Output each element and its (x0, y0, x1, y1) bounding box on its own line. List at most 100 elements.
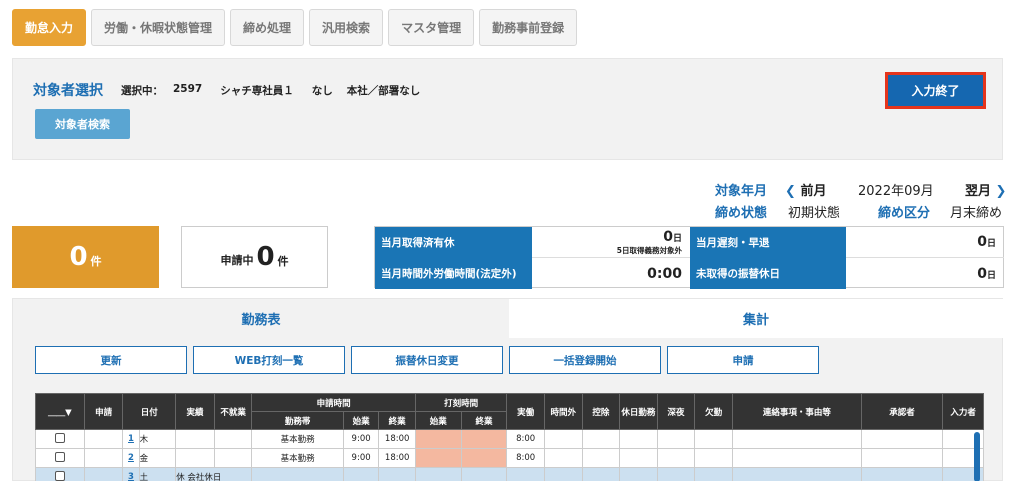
closing-state-value: 初期状態 (788, 206, 841, 221)
notes-cell (731, 467, 862, 481)
row-checkbox-cell[interactable] (35, 448, 85, 468)
pending-count-box[interactable]: 0 件 (12, 226, 159, 288)
late-early-value: 0日 (846, 227, 1004, 258)
chevron-left-icon: ❮ (785, 184, 796, 199)
nav-tab-general-search[interactable]: 汎用検索 (309, 9, 384, 46)
work-schedule-panel: 勤務表 集計 更新 WEB打刻一覧 振替休日変更 一括登録開始 申請 ＿＿▼ 申… (12, 298, 1003, 481)
nav-tab-closing[interactable]: 締め処理 (230, 9, 305, 46)
stamp-end-cell (460, 467, 508, 481)
holiday-work-header: 休日勤務 (619, 393, 658, 430)
late-night-cell (656, 467, 696, 481)
applying-count: 0 (256, 242, 275, 272)
table-row: 1 木 基本勤務 9:00 18:00 8:00 (35, 429, 984, 449)
closing-type-label: 締め区分 (878, 206, 931, 221)
actual-cell (175, 448, 215, 468)
shift-cell (251, 467, 344, 481)
holiday-cell: 休 会社休日 (175, 467, 253, 481)
apply-button[interactable]: 申請 (667, 346, 819, 374)
overtime-value: 0:00 (647, 265, 682, 282)
stamp-end-header: 終業 (460, 411, 508, 430)
start-cell: 9:00 (342, 448, 380, 468)
late-night-header: 深夜 (656, 393, 696, 430)
day-cell[interactable]: 1 (122, 429, 140, 449)
deduction-header: 控除 (581, 393, 621, 430)
prev-month-link[interactable]: ❮ 前月 (785, 180, 826, 199)
work-cell: 8:00 (506, 429, 545, 449)
stamp-time-header: 打刻時間 (414, 393, 508, 412)
row-checkbox[interactable] (54, 432, 65, 443)
weekday-cell: 木 (138, 429, 177, 449)
chevron-right-icon: ❯ (995, 184, 1007, 199)
stamp-end-cell (460, 448, 508, 468)
row-checkbox[interactable] (54, 470, 65, 481)
nav-tab-attendance-input[interactable]: 勤怠入力 (12, 9, 87, 46)
target-search-button[interactable]: 対象者検索 (35, 109, 130, 139)
holiday-work-cell (619, 467, 658, 481)
stamp-end-cell (460, 429, 508, 449)
day-cell[interactable]: 3 (122, 467, 140, 481)
table-row: 3 土 休 会社休日 (35, 467, 984, 481)
requested-time-header: 申請時間 (251, 393, 416, 412)
target-selector-panel: 対象者選択 選択中： 2597 シャチ専社員１ なし 本社／部署なし 対象者検索… (12, 58, 1003, 160)
applying-count-unit: 件 (277, 255, 289, 268)
employee-status: なし (311, 85, 333, 97)
absence-cell (694, 429, 733, 449)
selecting-label: 選択中： (121, 85, 163, 97)
start-header: 始業 (342, 411, 380, 430)
day-link[interactable]: 1 (128, 434, 134, 444)
row-checkbox[interactable] (54, 451, 65, 462)
nav-tab-labor-leave-management[interactable]: 労働・休暇状態管理 (91, 9, 226, 46)
apply-cell (83, 448, 124, 468)
overtime-cell (543, 429, 583, 449)
finish-input-button[interactable]: 入力終了 (885, 72, 986, 109)
paid-leave-label: 当月取得済有休 (375, 227, 532, 258)
top-nav: 勤怠入力 労働・休暇状態管理 締め処理 汎用検索 マスタ管理 勤務事前登録 (12, 9, 578, 46)
next-month-link[interactable]: 翌月 ❯ (965, 180, 1006, 199)
shift-header: 勤務帯 (251, 411, 344, 430)
applying-label: 申請中 (220, 254, 254, 267)
day-cell[interactable]: 2 (122, 448, 140, 468)
apply-header: 申請 (83, 393, 124, 430)
day-link[interactable]: 3 (128, 472, 134, 481)
current-month: 2022年09月 (858, 184, 934, 199)
late-night-cell (656, 429, 696, 449)
applying-count-box[interactable]: 申請中 0 件 (181, 226, 328, 288)
end-cell: 18:00 (378, 448, 416, 468)
overtime-cell (543, 467, 583, 481)
pending-count: 0 (69, 242, 88, 272)
refresh-button[interactable]: 更新 (35, 346, 187, 374)
tab-summary[interactable]: 集計 (509, 299, 1003, 338)
overtime-label: 当月時間外労働時間(法定外) (375, 258, 532, 289)
notes-cell (731, 448, 862, 468)
no-work-cell (213, 429, 253, 449)
select-all-header[interactable]: ＿＿▼ (35, 393, 85, 430)
employee-department: 本社／部署なし (346, 85, 421, 97)
target-month-label: 対象年月 (715, 184, 768, 199)
absence-header: 欠勤 (694, 393, 733, 430)
stamp-start-cell (414, 429, 462, 449)
holiday-work-cell (619, 429, 658, 449)
row-checkbox-cell[interactable] (35, 429, 85, 449)
table-scrollbar[interactable] (974, 432, 980, 481)
tab-work-schedule[interactable]: 勤務表 (13, 299, 509, 338)
web-stamp-list-button[interactable]: WEB打刻一覧 (193, 346, 345, 374)
overtime-cell (543, 448, 583, 468)
approver-cell (860, 467, 944, 481)
row-checkbox-cell[interactable] (35, 467, 85, 481)
substitute-holiday-change-button[interactable]: 振替休日変更 (351, 346, 503, 374)
pending-count-unit: 件 (90, 255, 102, 268)
nav-tab-master-management[interactable]: マスタ管理 (388, 9, 475, 46)
stamp-start-cell (414, 448, 462, 468)
late-early-label: 当月遅刻・早退 (690, 227, 846, 258)
target-selector-title: 対象者選択 (33, 83, 103, 99)
bulk-register-button[interactable]: 一括登録開始 (509, 346, 661, 374)
monthly-stats: 当月取得済有休 0日 5日取得義務対象外 当月遅刻・早退 0日 当月時間外労働時… (374, 226, 1004, 289)
nav-tab-pre-registration[interactable]: 勤務事前登録 (479, 9, 578, 46)
absence-cell (694, 448, 733, 468)
day-link[interactable]: 2 (128, 453, 134, 463)
employee-id: 2597 (173, 83, 203, 95)
substitute-holiday-label: 未取得の振替休日 (690, 258, 846, 289)
late-night-cell (656, 448, 696, 468)
table-row: 2 金 基本勤務 9:00 18:00 8:00 (35, 448, 984, 468)
weekday-cell: 金 (138, 448, 177, 468)
